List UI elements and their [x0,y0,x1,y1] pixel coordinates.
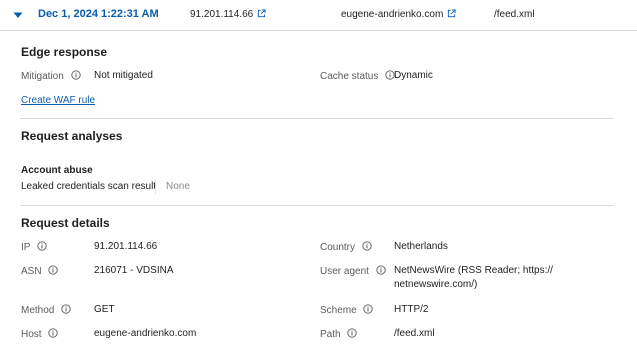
path-value: /feed.xml [394,328,435,339]
request-analyses-heading: Request analyses [21,129,123,143]
info-icon[interactable] [48,328,58,338]
host-value: eugene-andrienko.com [94,328,197,339]
method-label-text: Method [21,305,55,316]
leaked-credentials-label: Leaked credentials scan result [21,181,157,192]
header-host-text: eugene-andrienko.com [341,9,444,20]
edge-response-heading: Edge response [21,45,108,59]
info-icon[interactable] [61,304,71,314]
external-link-icon [257,9,266,18]
create-waf-rule-link[interactable]: Create WAF rule [21,95,95,106]
scheme-label-text: Scheme [320,305,357,316]
path-label: Path [320,328,358,340]
mitigation-label: Mitigation [21,70,81,82]
scheme-value: HTTP/2 [394,304,429,315]
host-label-text: Host [21,329,42,340]
cache-status-label-text: Cache status [320,71,379,82]
header-host-link[interactable]: eugene-andrienko.com [341,9,456,20]
info-icon[interactable] [48,265,58,275]
asn-value: 216071 - VDSINA [94,265,174,276]
ip-value: 91.201.114.66 [94,241,158,252]
request-row-header[interactable]: Dec 1, 2024 1:22:31 AM 91.201.114.66 eug… [0,0,637,31]
info-icon[interactable] [363,304,374,314]
request-details-heading: Request details [21,216,110,230]
ip-label-text: IP [21,242,31,253]
info-icon[interactable] [37,241,47,251]
user-agent-label: User agent [320,265,386,277]
country-label: Country [320,241,372,253]
section-divider [20,205,614,206]
ip-label: IP [21,241,47,253]
info-icon[interactable] [70,70,81,80]
host-label: Host [21,328,58,340]
external-link-icon [447,9,456,18]
info-icon[interactable] [376,265,386,275]
method-label: Method [21,304,71,316]
user-agent-value-line2: netnewswire.com/) [394,279,478,290]
cache-status-label: Cache status [320,70,395,82]
info-icon[interactable] [347,328,358,338]
asn-label: ASN [21,265,58,277]
header-path: /feed.xml [494,9,535,20]
mitigation-value: Not mitigated [94,70,153,81]
leaked-credentials-value: None [166,181,190,192]
user-agent-label-text: User agent [320,266,369,277]
asn-label-text: ASN [21,266,42,277]
path-label-text: Path [320,329,341,340]
method-value: GET [94,304,115,315]
account-abuse-heading: Account abuse [21,165,93,176]
cache-status-value: Dynamic [394,70,433,81]
section-divider [20,118,614,119]
header-ip-link[interactable]: 91.201.114.66 [190,9,266,20]
request-timestamp[interactable]: Dec 1, 2024 1:22:31 AM [38,8,159,20]
user-agent-value-line1: NetNewsWire (RSS Reader; https:// [394,265,553,276]
country-label-text: Country [320,242,356,253]
chevron-down-icon[interactable] [12,9,24,21]
country-value: Netherlands [394,241,448,252]
header-ip-text: 91.201.114.66 [190,9,254,20]
scheme-label: Scheme [320,304,374,316]
mitigation-label-text: Mitigation [21,71,64,82]
field-separator [155,180,156,194]
info-icon[interactable] [362,241,372,251]
